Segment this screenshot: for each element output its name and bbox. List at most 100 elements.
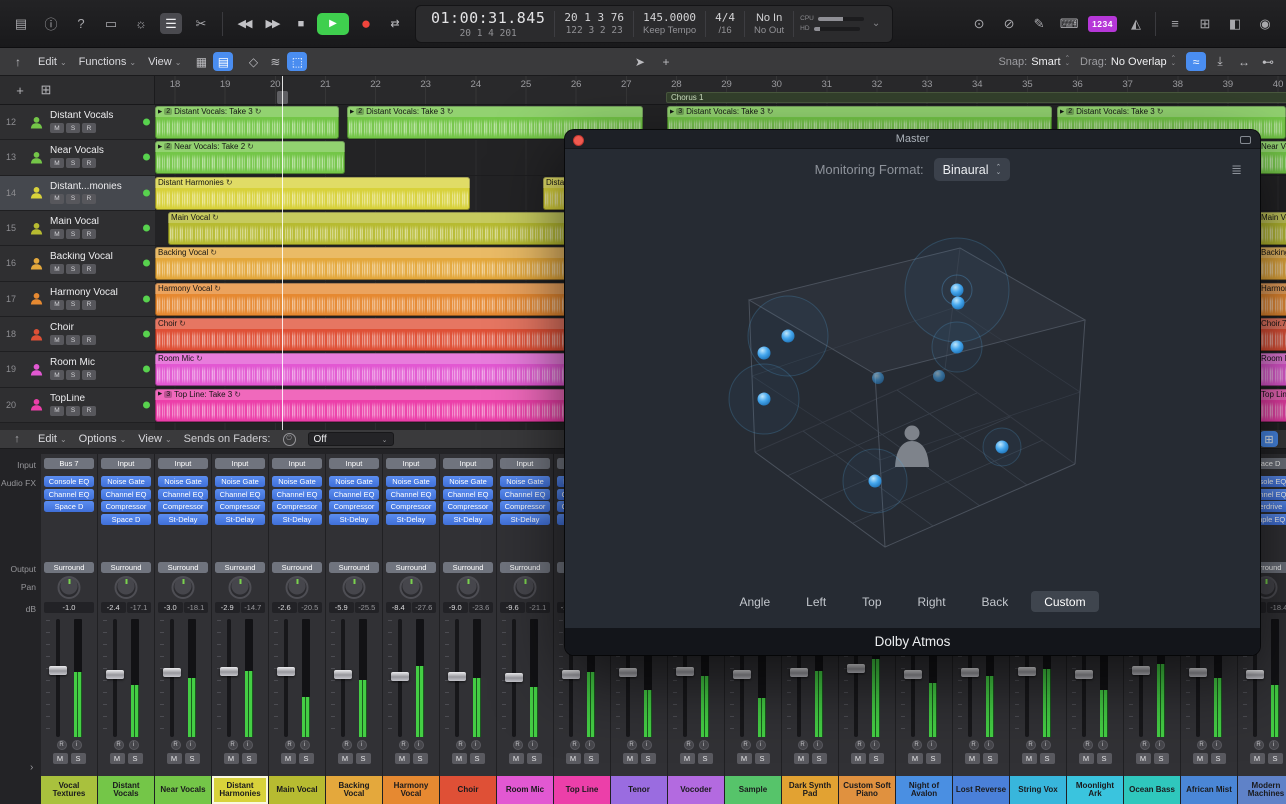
strip-name[interactable]: Backing Vocal [326, 776, 382, 804]
audio-fx-slot[interactable]: Channel EQ [44, 488, 94, 500]
fader-cap[interactable] [1246, 670, 1264, 679]
audio-fx-slot[interactable]: Noise Gate [500, 476, 550, 487]
track-header-14[interactable]: 14 Distant...monies M S R [0, 175, 155, 211]
region[interactable]: Main Vocal↻ [1258, 211, 1286, 245]
audio-fx-slot[interactable]: Compressor [386, 501, 436, 512]
record-ready-button[interactable]: R [626, 740, 637, 750]
record-ready-button[interactable]: R [797, 740, 808, 750]
input-monitor-button[interactable]: i [1154, 740, 1165, 750]
new-track-duplicate-button[interactable]: ⊞ [38, 80, 54, 101]
strip-name[interactable]: Sample [725, 776, 781, 804]
strip-name[interactable]: African Mist [1181, 776, 1237, 804]
editors-icon[interactable]: ✂ [190, 13, 212, 34]
strip-name[interactable]: Distant Harmonies [212, 776, 268, 804]
strip-name[interactable]: Room Mic [497, 776, 553, 804]
output-slot[interactable]: Surround [215, 562, 265, 573]
input-slot[interactable]: Input [386, 458, 436, 469]
record-button[interactable]: R [82, 229, 96, 240]
mute-button[interactable]: M [1021, 753, 1037, 764]
link-mode-icon[interactable] [1240, 135, 1251, 144]
command-click-tool-select[interactable]: + [656, 52, 676, 71]
view-button-back[interactable]: Back [969, 591, 1022, 612]
fader[interactable] [98, 616, 154, 740]
fader-cap[interactable] [790, 668, 808, 677]
view-button-custom[interactable]: Custom [1031, 591, 1099, 612]
solo-button[interactable]: S [355, 753, 371, 764]
input-slot[interactable]: Input [215, 458, 265, 469]
audio-fx-slot[interactable]: St-Delay [158, 513, 208, 525]
output-slot[interactable]: Surround [101, 562, 151, 573]
cycle-button[interactable]: ⇄ [383, 13, 405, 34]
pan-knob[interactable] [285, 576, 309, 599]
mute-button[interactable]: M [50, 405, 64, 416]
output-slot[interactable]: Surround [386, 562, 436, 573]
audio-fx-slot[interactable]: Noise Gate [158, 476, 208, 487]
fader-cap[interactable] [49, 666, 67, 675]
solo-button[interactable]: S [298, 753, 314, 764]
audio-object-sphere[interactable] [757, 392, 771, 406]
mute-button[interactable]: M [337, 753, 353, 764]
solo-button[interactable]: S [241, 753, 257, 764]
fader-cap[interactable] [1132, 666, 1150, 675]
mute-button[interactable]: M [50, 158, 64, 169]
audio-object-sphere[interactable] [951, 296, 965, 310]
output-slot[interactable]: Surround [329, 562, 379, 573]
list-icon[interactable]: ≡ [1164, 13, 1186, 34]
audio-object-sphere[interactable] [868, 474, 882, 488]
solo-button[interactable]: S [66, 299, 80, 310]
input-monitor-button[interactable]: i [242, 740, 253, 750]
performance-meters[interactable]: CPU HD [794, 8, 870, 40]
mute-button[interactable]: M [52, 753, 68, 764]
audio-fx-slot[interactable]: St-Delay [500, 513, 550, 525]
audio-fx-slot[interactable]: Channel EQ [443, 488, 493, 500]
record-ready-button[interactable]: R [1025, 740, 1036, 750]
fader-cap[interactable] [676, 667, 694, 676]
record-enable-dot[interactable] [143, 401, 150, 409]
input-monitor-button[interactable]: i [869, 740, 880, 750]
pan-knob[interactable] [456, 576, 480, 599]
solo-button[interactable]: S [66, 370, 80, 381]
pan-knob[interactable] [342, 576, 366, 599]
record-button[interactable]: R [82, 193, 96, 204]
menu-view[interactable]: View [148, 56, 181, 68]
audio-fx-slot[interactable]: Compressor [158, 501, 208, 512]
fader-cap[interactable] [961, 668, 979, 677]
fader[interactable] [497, 616, 553, 740]
channel-strip-2[interactable]: Input Noise Gate Channel EQ Compressor Space… [98, 454, 154, 804]
solo-button[interactable]: S [66, 405, 80, 416]
menu-edit[interactable]: Edit [38, 433, 67, 445]
audio-fx-slot[interactable]: Compressor [272, 501, 322, 512]
record-ready-button[interactable]: R [911, 740, 922, 750]
audio-fx-slot[interactable]: St-Delay [386, 513, 436, 525]
mute-button[interactable]: M [964, 753, 980, 764]
mute-button[interactable]: M [280, 753, 296, 764]
mute-button[interactable]: M [50, 264, 64, 275]
input-monitor-button[interactable]: i [185, 740, 196, 750]
pan-knob[interactable] [513, 576, 537, 599]
strip-name[interactable]: Modern Machines [1238, 776, 1286, 804]
audio-fx-slot[interactable]: Space D [101, 513, 151, 525]
audio-fx-slot[interactable]: Space D [44, 501, 94, 512]
input-monitor-button[interactable]: i [755, 740, 766, 750]
audio-fx-slot[interactable]: St-Delay [272, 513, 322, 525]
track-header-13[interactable]: 13 Near Vocals M S R [0, 140, 155, 176]
strip-name[interactable]: Vocal Textures [41, 776, 97, 804]
audio-fx-slot[interactable]: Channel EQ [101, 488, 151, 500]
record-ready-button[interactable]: R [569, 740, 580, 750]
record-ready-button[interactable]: R [1196, 740, 1207, 750]
metronome-icon[interactable]: ◭ [1125, 13, 1147, 34]
musical-typing-icon[interactable]: ⌨ [1058, 13, 1080, 34]
record-button[interactable]: R [82, 405, 96, 416]
fader-cap[interactable] [847, 664, 865, 673]
fader[interactable] [155, 616, 211, 740]
mute-button[interactable]: M [622, 753, 638, 764]
close-button[interactable] [573, 134, 584, 146]
record-enable-dot[interactable] [143, 259, 150, 267]
record-button[interactable]: R [82, 158, 96, 169]
snap-select[interactable]: Snap: Smart [998, 56, 1070, 68]
tuner-icon[interactable]: ⊙ [968, 13, 990, 34]
audio-object-sphere[interactable] [950, 340, 964, 354]
fader-cap[interactable] [163, 668, 181, 677]
pan-knob[interactable] [57, 576, 81, 599]
mute-button[interactable]: M [508, 753, 524, 764]
